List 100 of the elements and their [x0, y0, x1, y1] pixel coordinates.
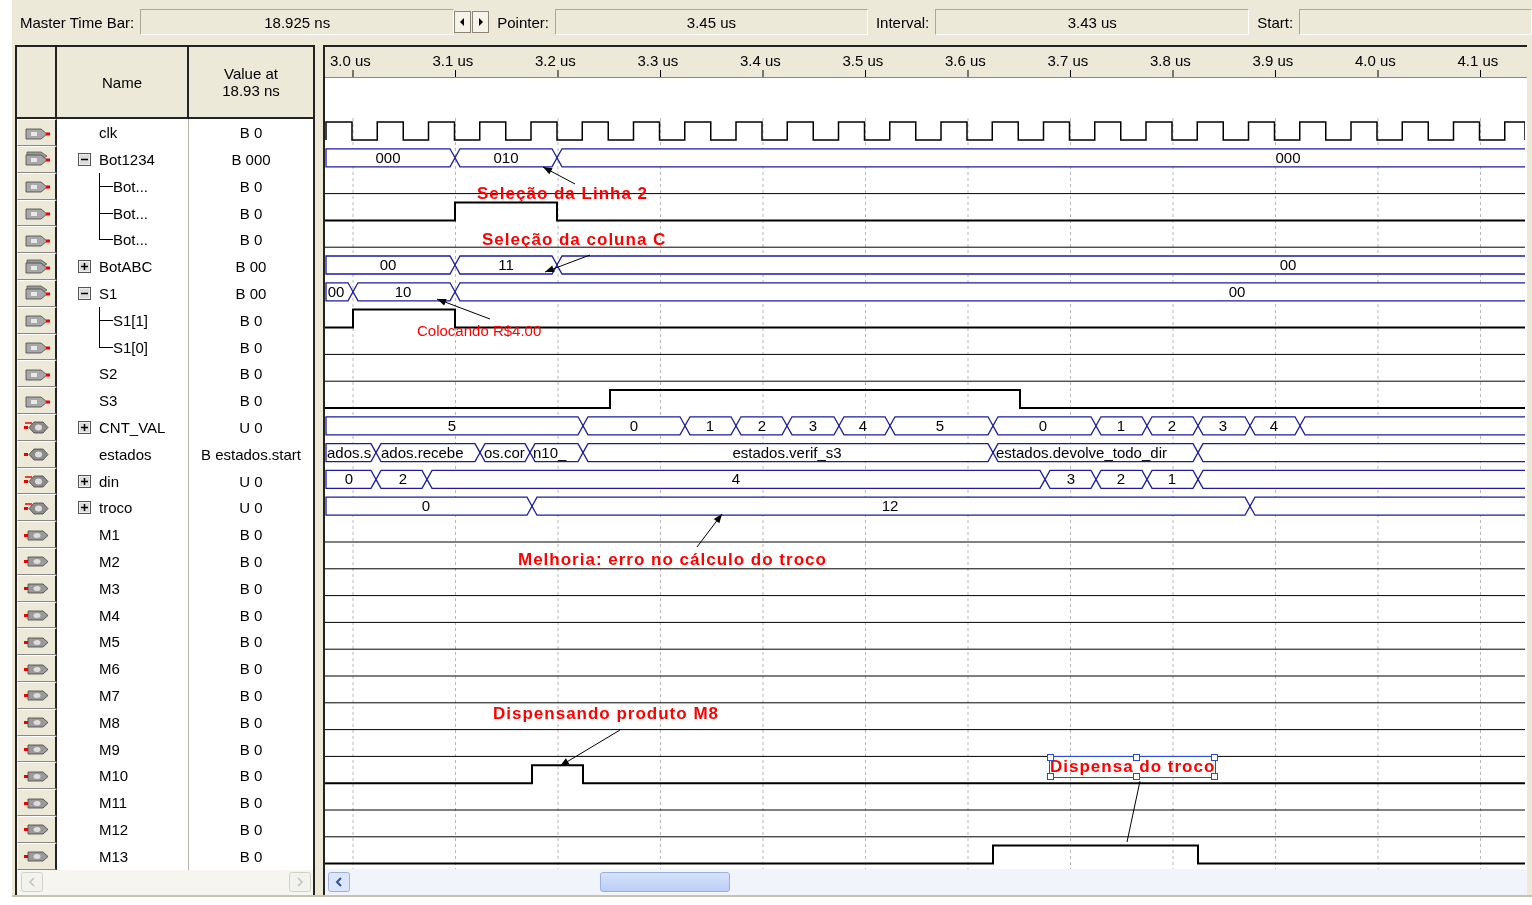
pin-button[interactable] — [17, 226, 57, 254]
interval-field[interactable]: 3.43 us — [935, 9, 1250, 35]
right-arrow-button[interactable] — [472, 11, 490, 33]
pin-button[interactable] — [17, 360, 57, 388]
signal-value: U 0 — [239, 472, 263, 490]
signal-name[interactable]: troco — [99, 499, 133, 517]
start-field[interactable] — [1299, 9, 1532, 35]
signal-name[interactable]: M12 — [99, 820, 129, 838]
signal-name[interactable]: M4 — [99, 606, 120, 624]
pointer-field[interactable]: 3.45 us — [554, 9, 868, 35]
scrollbar-thumb[interactable] — [600, 872, 730, 892]
annotation-text[interactable]: Seleção da coluna C — [482, 230, 667, 250]
signal-name[interactable]: CNT_VAL — [99, 418, 166, 436]
signal-value: B 0 — [239, 686, 263, 704]
expand-icon[interactable] — [78, 474, 91, 488]
bus-value: 010 — [493, 148, 519, 166]
time-ruler[interactable]: 3.0 us 3.1 us 3.2 us 3.3 us 3.4 us 3.5 us 3.6 us 3.7 us 3.8 us 3.9 us 4.0 us 4.1 us — [325, 47, 1527, 78]
signal-name[interactable]: M3 — [99, 579, 120, 597]
signal-name[interactable]: S1[1] — [113, 311, 149, 329]
annotation-text[interactable]: Dispensando produto M8 — [493, 704, 719, 724]
value-column-header[interactable]: Value at 18.93 ns — [189, 47, 313, 118]
signal-value: B 00 — [235, 258, 267, 276]
pin-button[interactable] — [17, 789, 57, 816]
signal-name[interactable]: M1 — [99, 526, 120, 544]
pin-button[interactable] — [17, 440, 57, 468]
pin-button[interactable] — [17, 816, 57, 843]
pin-button[interactable] — [17, 548, 57, 575]
signal-name[interactable]: S1 — [99, 284, 118, 302]
pin-icon — [22, 741, 51, 757]
bus-value: 00 — [327, 282, 345, 300]
expand-icon[interactable] — [78, 501, 91, 515]
pin-button[interactable] — [17, 280, 57, 307]
leader-line — [542, 166, 576, 185]
signal-name[interactable]: M5 — [99, 633, 120, 651]
bus-value: 4 — [858, 416, 868, 434]
time-label: 3.1 us — [432, 52, 474, 69]
pin-button[interactable] — [17, 735, 57, 763]
pin-button[interactable] — [17, 387, 57, 415]
signal-name[interactable]: M10 — [99, 767, 129, 785]
horizontal-scrollbar[interactable] — [325, 869, 1527, 895]
signal-name[interactable]: Bot1234 — [99, 151, 155, 168]
pin-button[interactable] — [17, 842, 57, 870]
signal-name[interactable]: M13 — [99, 847, 129, 865]
signal-value: B 0 — [239, 392, 263, 410]
left-arrow-button[interactable] — [454, 11, 472, 33]
signal-name[interactable]: S1[0] — [113, 338, 149, 356]
pin-button[interactable] — [17, 467, 57, 495]
signal-name[interactable]: M11 — [99, 794, 128, 812]
signal-name[interactable]: din — [99, 472, 120, 490]
pin-button[interactable] — [17, 172, 57, 200]
signal-value: B 0 — [239, 365, 263, 383]
pin-button[interactable] — [17, 414, 57, 441]
scroll-left-button[interactable] — [328, 872, 350, 892]
signal-name[interactable]: M6 — [99, 660, 120, 678]
pin-button[interactable] — [17, 521, 57, 549]
signal-name[interactable]: Bot... — [113, 204, 149, 222]
pin-button[interactable] — [17, 628, 57, 656]
pin-button[interactable] — [17, 146, 57, 173]
signal-name[interactable]: S3 — [99, 392, 118, 410]
signal-name[interactable]: M8 — [99, 713, 120, 731]
signal-name[interactable]: Bot... — [113, 177, 149, 195]
signal-value: U 0 — [239, 418, 263, 436]
annotation-text[interactable]: Melhoria: erro no cálculo do troco — [518, 550, 827, 570]
signal-name[interactable]: M9 — [99, 740, 120, 758]
signal-name[interactable]: M7 — [99, 686, 120, 704]
name-column-header[interactable]: Name — [57, 47, 189, 118]
pin-button[interactable] — [17, 655, 57, 683]
bus-value: 1 — [1167, 470, 1177, 488]
pin-button[interactable] — [17, 119, 57, 147]
signal-name[interactable]: M2 — [99, 552, 120, 570]
collapse-icon[interactable] — [78, 153, 91, 166]
annotation-text[interactable]: Dispensa do troco — [1050, 757, 1216, 777]
signal-name[interactable]: BotABC — [99, 258, 153, 276]
bus-value: 2 — [757, 416, 767, 434]
pin-button[interactable] — [17, 306, 57, 334]
collapse-icon[interactable] — [78, 286, 91, 300]
bus-value: os.cor — [484, 443, 525, 461]
master-time-bar-field[interactable]: 18.925 ns — [140, 9, 455, 35]
pin-button[interactable] — [17, 494, 57, 522]
pin-button[interactable] — [17, 574, 57, 602]
bus-value: n10_ — [533, 443, 567, 461]
bus-value: 1 — [705, 416, 715, 434]
signal-value: B 0 — [239, 740, 263, 758]
pin-button[interactable] — [17, 682, 57, 709]
pin-button[interactable] — [17, 762, 57, 790]
signal-value: B 0 — [239, 847, 263, 865]
bus-value: 12 — [881, 497, 899, 515]
pin-button[interactable] — [17, 601, 57, 629]
expand-icon[interactable] — [78, 420, 91, 434]
pin-button[interactable] — [17, 199, 57, 227]
signal-name[interactable]: S2 — [99, 365, 118, 383]
signal-name[interactable]: clk — [99, 124, 118, 142]
signal-name[interactable]: estados — [99, 445, 152, 463]
pin-button[interactable] — [17, 253, 57, 281]
pin-button[interactable] — [17, 333, 57, 361]
time-label: 4.0 us — [1355, 52, 1396, 69]
signal-name[interactable]: Bot... — [113, 231, 149, 249]
pin-button[interactable] — [17, 708, 57, 736]
expand-icon[interactable] — [78, 260, 91, 274]
pin-icon — [22, 312, 51, 329]
